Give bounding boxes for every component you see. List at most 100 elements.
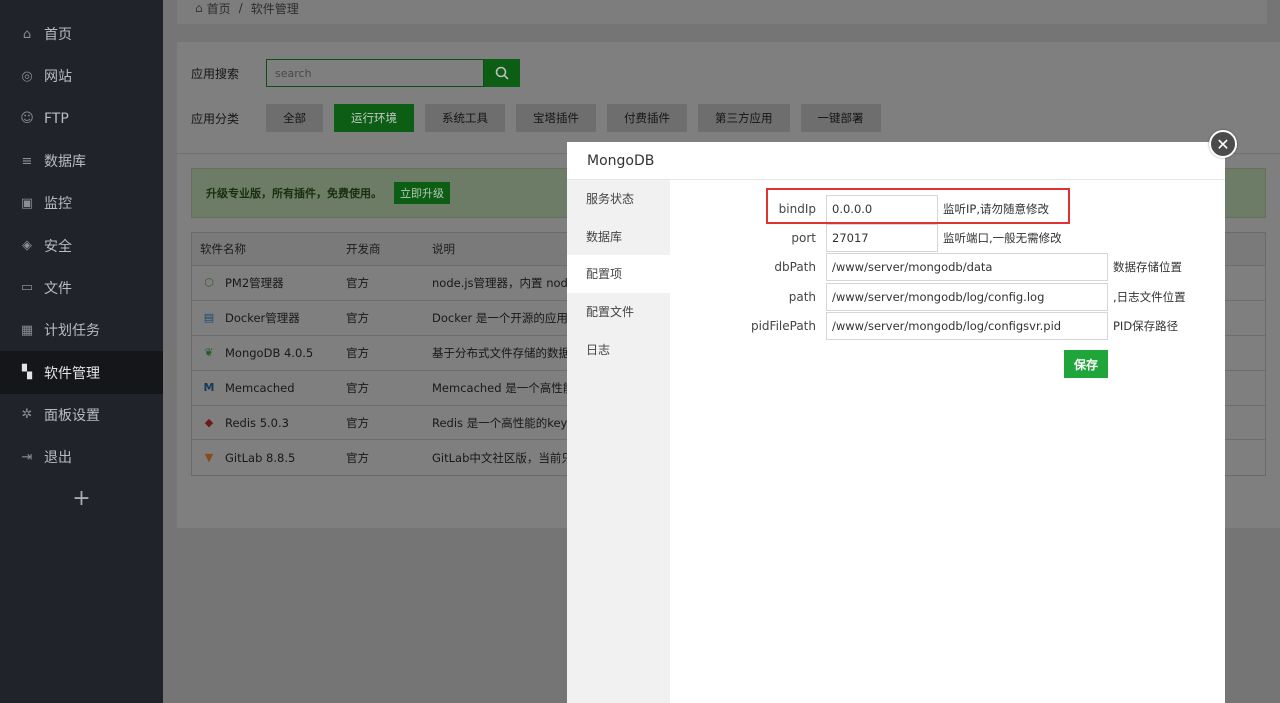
software-name: MongoDB 4.0.5 <box>225 345 314 360</box>
config-hint: ,日志文件位置 <box>1113 289 1186 304</box>
category-buttons: 全部 运行环境 系统工具 宝塔插件 付费插件 第三方应用 一键部署 <box>266 104 892 132</box>
search-icon <box>495 66 509 80</box>
sidebar-item-label: 文件 <box>44 280 72 297</box>
category-button[interactable]: 付费插件 <box>607 104 687 132</box>
sidebar-item-label: 退出 <box>44 450 72 467</box>
config-label: dbPath <box>774 260 816 275</box>
software-name: GitLab 8.8.5 <box>225 450 296 465</box>
folder-icon: ▭ <box>20 280 34 296</box>
sidebar: ⌂ 首页 ◎ 网站 ☺ FTP ≡ 数据库 ▣ 监控 ◈ 安全 ▭ 文件 ▦ 计划任务 ▚ 软件管理 ✲ 面板设置 ⇥ 退… <box>0 0 163 703</box>
cell-developer: 官方 <box>346 345 369 360</box>
add-menu-button[interactable]: + <box>0 478 163 518</box>
sidebar-item-7[interactable]: ▦ 计划任务 <box>0 309 163 351</box>
config-label: pidFilePath <box>750 318 816 333</box>
sidebar-item-label: 数据库 <box>44 154 86 171</box>
upgrade-button[interactable]: 立即升级 <box>394 182 450 204</box>
sidebar-item-label: FTP <box>44 110 69 127</box>
header-name: 软件名称 <box>200 242 246 256</box>
config-row: pidFilePath PID保存路径 <box>680 311 1178 340</box>
category-button[interactable]: 系统工具 <box>425 104 505 132</box>
cell-name: ▤ Docker管理器 <box>192 309 346 327</box>
home-icon: ⌂ <box>195 1 203 15</box>
sidebar-item-3[interactable]: ≡ 数据库 <box>0 140 163 182</box>
category-button[interactable]: 宝塔插件 <box>516 104 596 132</box>
sidebar-menu: ⌂ 首页 ◎ 网站 ☺ FTP ≡ 数据库 ▣ 监控 ◈ 安全 ▭ 文件 ▦ 计划任务 ▚ 软件管理 ✲ 面板设置 ⇥ 退… <box>0 13 163 478</box>
config-hint: 监听端口,一般无需修改 <box>943 231 1062 246</box>
category-button[interactable]: 第三方应用 <box>698 104 790 132</box>
sidebar-item-10[interactable]: ⇥ 退出 <box>0 436 163 478</box>
sidebar-item-label: 面板设置 <box>44 407 100 424</box>
software-name: Redis 5.0.3 <box>225 415 289 430</box>
sidebar-item-8[interactable]: ▚ 软件管理 <box>0 351 163 394</box>
breadcrumb-separator: / <box>238 1 243 15</box>
dialog-title: MongoDB <box>567 142 1225 180</box>
software-name: Memcached <box>225 380 295 395</box>
config-input[interactable] <box>826 282 1108 311</box>
sidebar-item-4[interactable]: ▣ 监控 <box>0 182 163 224</box>
cell-developer: 官方 <box>346 310 369 325</box>
cell-name: ▼ GitLab 8.8.5 <box>192 449 346 467</box>
category-row: 应用分类 全部 运行环境 系统工具 宝塔插件 付费插件 第三方应用 一键部署 <box>191 104 892 132</box>
category-button[interactable]: 全部 <box>266 104 323 132</box>
sidebar-item-6[interactable]: ▭ 文件 <box>0 267 163 309</box>
config-hint: 数据存储位置 <box>1113 260 1182 275</box>
sidebar-item-label: 首页 <box>44 27 72 44</box>
config-row: port 监听端口,一般无需修改 <box>680 224 1062 253</box>
calendar-icon: ▦ <box>20 322 34 338</box>
save-button[interactable]: 保存 <box>1064 350 1108 378</box>
home-icon: ⌂ <box>22 26 32 42</box>
config-label: path <box>788 289 816 304</box>
dialog-tab[interactable]: 数据库 <box>567 218 670 256</box>
user-icon: ☺ <box>20 111 34 127</box>
sidebar-item-label: 监控 <box>44 196 72 213</box>
category-button[interactable]: 运行环境 <box>334 104 414 132</box>
sidebar-item-1[interactable]: ◎ 网站 <box>0 55 163 97</box>
header-developer: 开发商 <box>346 242 381 256</box>
dialog-tab[interactable]: 服务状态 <box>567 180 670 218</box>
close-dialog-button[interactable]: ✕ <box>1209 130 1237 158</box>
mongodb-dialog: MongoDB 服务状态数据库配置项配置文件日志 pidFilePath PID保… <box>567 142 1225 703</box>
search-row: 应用搜索 <box>191 59 520 87</box>
config-label: port <box>791 231 816 246</box>
category-label: 应用分类 <box>191 111 240 126</box>
dialog-tab[interactable]: 日志 <box>567 330 670 368</box>
shield-icon: ◈ <box>22 238 32 254</box>
sidebar-item-2[interactable]: ☺ FTP <box>0 98 163 140</box>
config-input[interactable] <box>826 253 1108 282</box>
dialog-body: pidFilePath PID保存路径 path ,日志文件位置 dbPath 数据存储位… <box>670 180 1225 703</box>
dialog-tab[interactable]: 配置项 <box>567 255 670 293</box>
config-row: path ,日志文件位置 <box>680 282 1186 311</box>
logout-icon: ⇥ <box>21 449 33 465</box>
sidebar-item-label: 计划任务 <box>44 323 100 340</box>
sidebar-item-label: 网站 <box>44 69 72 86</box>
dialog-tab[interactable]: 配置文件 <box>567 293 670 331</box>
promo-text: 升级专业版，所有插件，免费使用。 <box>206 187 382 200</box>
cell-name: ⬡ PM2管理器 <box>192 274 346 292</box>
search-label: 应用搜索 <box>191 66 240 81</box>
breadcrumb-current: 软件管理 <box>250 1 299 16</box>
redis-icon: ◆ <box>204 416 214 429</box>
software-name: Docker管理器 <box>225 310 300 325</box>
globe-icon: ◎ <box>21 68 33 84</box>
config-input[interactable] <box>826 224 938 253</box>
search-input[interactable] <box>266 59 484 87</box>
monitor-icon: ▣ <box>20 195 34 211</box>
cell-developer: 官方 <box>346 275 369 290</box>
sidebar-item-9[interactable]: ✲ 面板设置 <box>0 394 163 436</box>
highlight-box <box>766 188 1070 224</box>
config-input[interactable] <box>826 311 1108 340</box>
close-icon: ✕ <box>1216 134 1230 154</box>
sidebar-item-0[interactable]: ⌂ 首页 <box>0 13 163 55</box>
search-button[interactable] <box>484 59 520 87</box>
nodejs-icon: ⬡ <box>204 276 214 290</box>
software-name: PM2管理器 <box>225 275 284 290</box>
dialog-nav: 服务状态 数据库 配置项 配置文件 日志 <box>567 180 670 703</box>
cell-developer: 官方 <box>346 450 369 465</box>
breadcrumb-home[interactable]: 首页 <box>207 0 231 17</box>
sidebar-item-5[interactable]: ◈ 安全 <box>0 224 163 266</box>
cell-name: ❦ MongoDB 4.0.5 <box>192 344 346 362</box>
docker-icon: ▤ <box>203 311 215 325</box>
category-button[interactable]: 一键部署 <box>800 104 881 132</box>
settings-icon: ✲ <box>21 407 33 423</box>
config-row: dbPath 数据存储位置 <box>680 253 1182 282</box>
